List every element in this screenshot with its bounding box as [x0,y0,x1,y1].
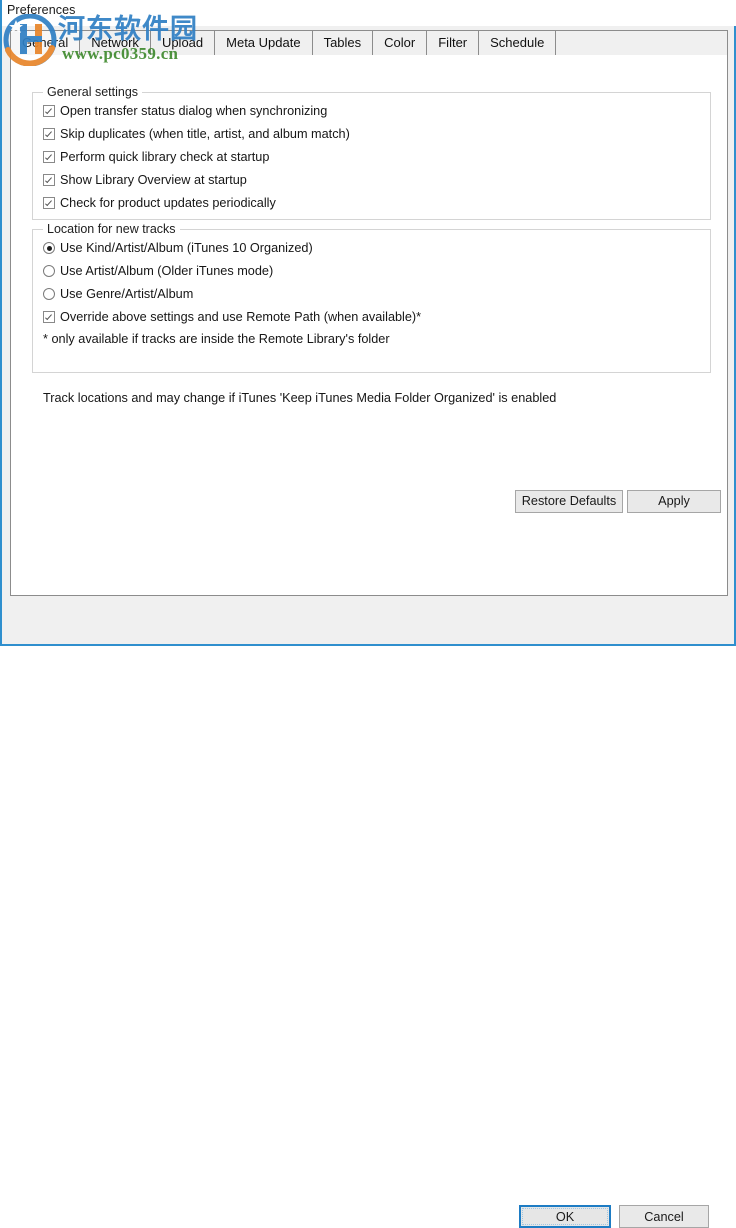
checkbox-check-product-updates-box[interactable] [43,197,55,209]
tab-tables-label: Tables [323,35,362,50]
tab-general[interactable]: General [10,30,81,55]
checkbox-quick-library-check[interactable]: Perform quick library check at startup [43,148,269,166]
restore-defaults-button[interactable]: Restore Defaults [515,490,623,513]
tab-general-label: General [22,35,69,50]
radio-kind-artist-album-dot[interactable] [43,242,55,254]
window-title: Preferences [7,3,76,17]
tab-upload-label: Upload [161,35,204,50]
track-locations-note: Track locations and may change if iTunes… [43,391,557,405]
apply-button[interactable]: Apply [627,490,721,513]
tab-upload[interactable]: Upload [149,30,216,55]
checkbox-open-transfer-status-box[interactable] [43,105,55,117]
preferences-window: Preferences General Network Upload Meta … [0,0,736,1228]
radio-genre-artist-album-dot[interactable] [43,288,55,300]
checkbox-override-remote-path[interactable]: Override above settings and use Remote P… [43,308,421,326]
window-titlebar: Preferences [2,0,736,26]
preferences-tab-control: General Network Upload Meta Update Table… [10,30,728,596]
checkbox-quick-library-check-label: Perform quick library check at startup [60,150,270,164]
checkbox-skip-duplicates-box[interactable] [43,128,55,140]
tab-network[interactable]: Network [79,30,151,55]
tab-strip: General Network Upload Meta Update Table… [10,30,728,55]
tab-filter-label: Filter [438,35,468,50]
radio-artist-album-dot[interactable] [43,265,55,277]
tab-filter[interactable]: Filter [426,30,480,55]
cancel-button[interactable]: Cancel [619,1205,709,1228]
checkbox-check-product-updates-label: Check for product updates periodically [60,196,276,210]
tab-strip-filler [555,30,728,55]
tab-color[interactable]: Color [372,30,428,55]
checkbox-show-library-overview[interactable]: Show Library Overview at startup [43,171,247,189]
tab-meta-update-label: Meta Update [226,35,301,50]
checkbox-skip-duplicates[interactable]: Skip duplicates (when title, artist, and… [43,125,350,143]
radio-genre-artist-album-label: Use Genre/Artist/Album [60,287,194,301]
cancel-button-label: Cancel [644,1209,684,1224]
checkbox-open-transfer-status[interactable]: Open transfer status dialog when synchro… [43,102,327,120]
remote-path-footnote: * only available if tracks are inside th… [43,332,390,346]
checkbox-quick-library-check-box[interactable] [43,151,55,163]
checkbox-show-library-overview-label: Show Library Overview at startup [60,173,247,187]
tab-schedule-label: Schedule [490,35,545,50]
group-location-legend: Location for new tracks [43,222,180,236]
checkbox-override-remote-path-box[interactable] [43,311,55,323]
tab-color-label: Color [384,35,416,50]
tab-tables[interactable]: Tables [311,30,374,55]
tab-network-label: Network [91,35,139,50]
checkbox-show-library-overview-box[interactable] [43,174,55,186]
radio-artist-album[interactable]: Use Artist/Album (Older iTunes mode) [43,262,273,280]
dialog-footer: OK Cancel [2,596,734,1228]
tab-schedule[interactable]: Schedule [478,30,557,55]
radio-kind-artist-album-label: Use Kind/Artist/Album (iTunes 10 Organiz… [60,241,313,255]
radio-artist-album-label: Use Artist/Album (Older iTunes mode) [60,264,274,278]
tab-meta-update[interactable]: Meta Update [214,30,313,55]
checkbox-override-remote-path-label: Override above settings and use Remote P… [60,310,422,324]
radio-kind-artist-album[interactable]: Use Kind/Artist/Album (iTunes 10 Organiz… [43,239,313,257]
checkbox-skip-duplicates-label: Skip duplicates (when title, artist, and… [60,127,350,141]
checkbox-check-product-updates[interactable]: Check for product updates periodically [43,194,276,212]
checkbox-open-transfer-status-label: Open transfer status dialog when synchro… [60,104,328,118]
group-general-settings-legend: General settings [43,85,143,99]
ok-button-focus-rect [522,1208,608,1225]
tab-panel-general: General settings Open transfer status di… [10,55,728,596]
radio-genre-artist-album[interactable]: Use Genre/Artist/Album [43,285,193,303]
ok-button[interactable]: OK [519,1205,611,1228]
